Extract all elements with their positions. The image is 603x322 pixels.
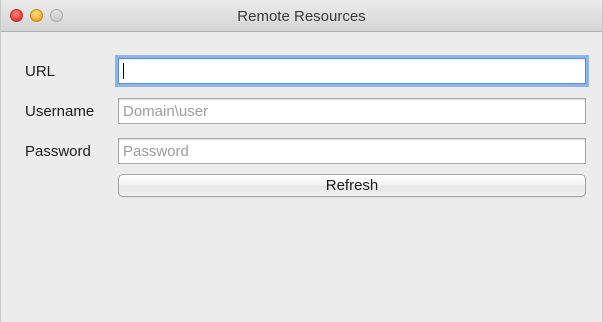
remote-resources-window: Remote Resources URL Username Password R… [0,0,603,322]
username-label: Username [25,103,95,120]
title-bar[interactable]: Remote Resources [1,0,602,32]
url-field[interactable] [118,58,586,84]
username-field[interactable] [118,98,586,124]
password-field[interactable] [118,138,586,164]
url-label: URL [25,63,56,80]
refresh-button[interactable]: Refresh [118,174,586,197]
window-title: Remote Resources [237,8,366,25]
password-label: Password [25,143,91,160]
text-caret [123,63,124,79]
